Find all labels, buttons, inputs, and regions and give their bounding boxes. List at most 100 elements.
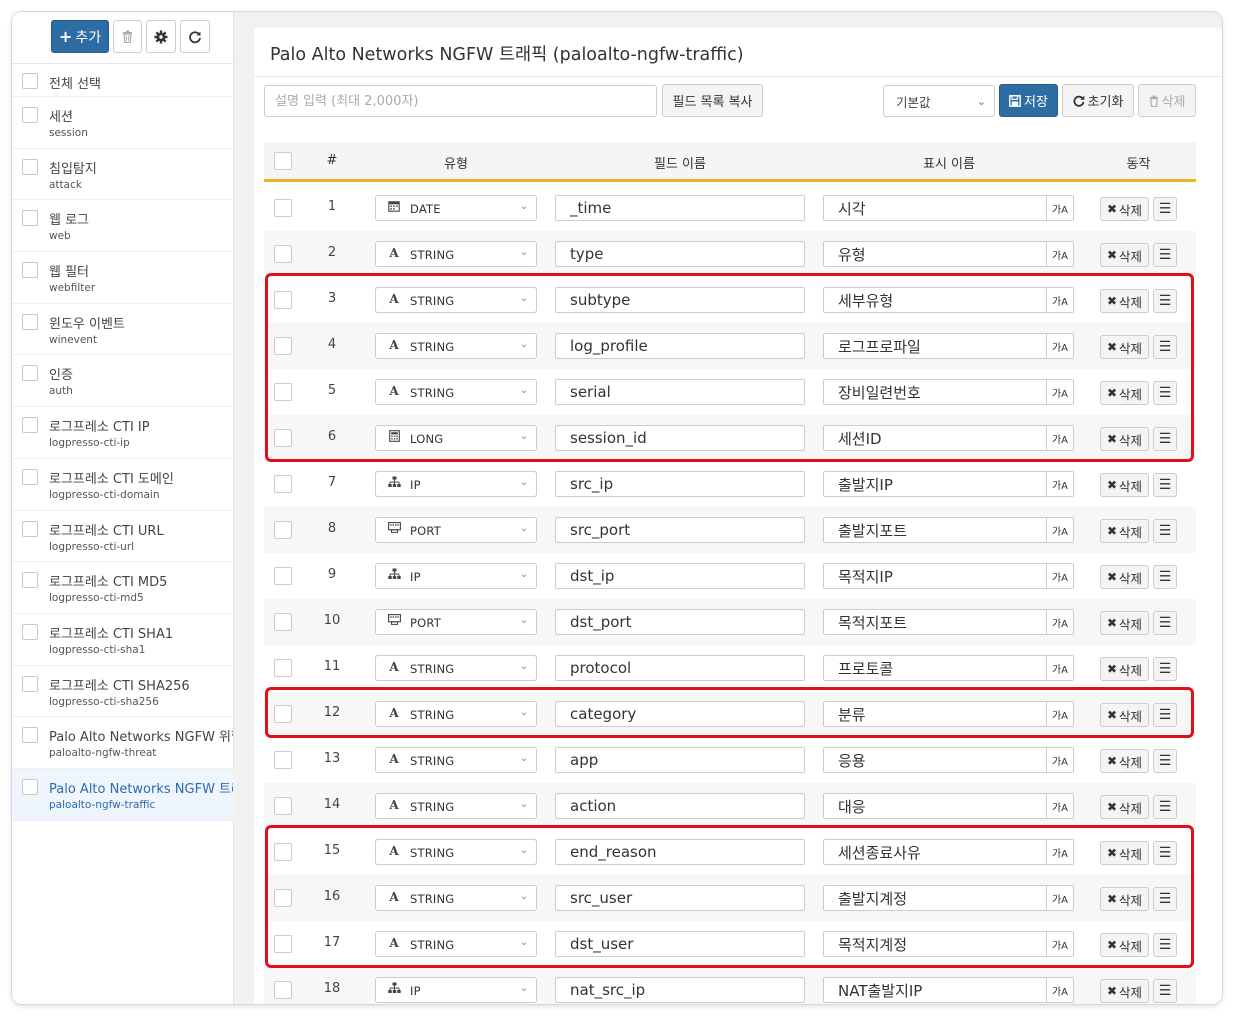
row-delete-button[interactable]: ✖ 삭제 — [1100, 887, 1149, 911]
display-name-input[interactable]: 프로토콜 — [823, 655, 1047, 681]
row-menu-button[interactable]: ☰ — [1153, 611, 1177, 635]
row-menu-button[interactable]: ☰ — [1153, 335, 1177, 359]
type-select[interactable]: LONG ⌄ — [375, 425, 537, 451]
refresh-button[interactable] — [180, 20, 210, 53]
row-checkbox[interactable] — [274, 751, 292, 769]
settings-button[interactable] — [146, 20, 176, 53]
type-select[interactable]: A STRING ⌄ — [375, 885, 537, 911]
sidebar-item[interactable]: 로그프레소 CTI URL logpresso-cti-url — [12, 511, 234, 563]
display-name-input[interactable]: 출발지포트 — [823, 517, 1047, 543]
sidebar-item-checkbox[interactable] — [22, 107, 38, 123]
type-select[interactable]: IP ⌄ — [375, 977, 537, 1003]
row-delete-button[interactable]: ✖ 삭제 — [1100, 611, 1149, 635]
row-delete-button[interactable]: ✖ 삭제 — [1100, 749, 1149, 773]
field-name-input[interactable]: protocol — [555, 655, 805, 681]
row-menu-button[interactable]: ☰ — [1153, 473, 1177, 497]
row-menu-button[interactable]: ☰ — [1153, 197, 1177, 221]
field-name-input[interactable]: src_user — [555, 885, 805, 911]
sidebar-item[interactable]: 세션 session — [12, 97, 234, 149]
description-input[interactable] — [264, 85, 657, 117]
translate-icon[interactable]: 가A — [1046, 563, 1074, 589]
save-button[interactable]: 저장 — [999, 84, 1058, 117]
row-checkbox[interactable] — [274, 245, 292, 263]
row-menu-button[interactable]: ☰ — [1153, 427, 1177, 451]
field-name-input[interactable]: action — [555, 793, 805, 819]
field-name-input[interactable]: session_id — [555, 425, 805, 451]
row-delete-button[interactable]: ✖ 삭제 — [1100, 197, 1149, 221]
row-checkbox[interactable] — [274, 889, 292, 907]
field-name-input[interactable]: serial — [555, 379, 805, 405]
translate-icon[interactable]: 가A — [1046, 793, 1074, 819]
copy-field-list-button[interactable]: 필드 목록 복사 — [662, 84, 763, 117]
type-select[interactable]: A STRING ⌄ — [375, 287, 537, 313]
sidebar-item[interactable]: Palo Alto Networks NGFW 트래픽paloalto-ngfw… — [12, 768, 234, 821]
sidebar-item[interactable]: 윈도우 이벤트 winevent — [12, 304, 234, 356]
row-menu-button[interactable]: ☰ — [1153, 289, 1177, 313]
translate-icon[interactable]: 가A — [1046, 609, 1074, 635]
row-menu-button[interactable]: ☰ — [1153, 703, 1177, 727]
row-checkbox[interactable] — [274, 797, 292, 815]
display-name-input[interactable]: 장비일련번호 — [823, 379, 1047, 405]
translate-icon[interactable]: 가A — [1046, 839, 1074, 865]
field-name-input[interactable]: category — [555, 701, 805, 727]
row-menu-button[interactable]: ☰ — [1153, 795, 1177, 819]
sidebar-item[interactable]: 로그프레소 CTI MD5 logpresso-cti-md5 — [12, 562, 234, 614]
translate-icon[interactable]: 가A — [1046, 471, 1074, 497]
row-delete-button[interactable]: ✖ 삭제 — [1100, 657, 1149, 681]
sidebar-item[interactable]: 웹 필터 webfilter — [12, 252, 234, 304]
display-name-input[interactable]: 세부유형 — [823, 287, 1047, 313]
translate-icon[interactable]: 가A — [1046, 747, 1074, 773]
translate-icon[interactable]: 가A — [1046, 287, 1074, 313]
row-delete-button[interactable]: ✖ 삭제 — [1100, 289, 1149, 313]
sidebar-item-checkbox[interactable] — [22, 365, 38, 382]
sidebar-item[interactable]: 침입탐지 attack — [12, 149, 234, 201]
field-name-input[interactable]: dst_port — [555, 609, 805, 635]
field-name-input[interactable]: end_reason — [555, 839, 805, 865]
row-checkbox[interactable] — [274, 567, 292, 585]
row-menu-button[interactable]: ☰ — [1153, 519, 1177, 543]
field-name-input[interactable]: log_profile — [555, 333, 805, 359]
reset-button[interactable]: 초기화 — [1062, 84, 1134, 117]
row-delete-button[interactable]: ✖ 삭제 — [1100, 335, 1149, 359]
row-delete-button[interactable]: ✖ 삭제 — [1100, 243, 1149, 267]
row-menu-button[interactable]: ☰ — [1153, 933, 1177, 957]
delete-button[interactable]: 삭제 — [1138, 84, 1196, 117]
row-checkbox[interactable] — [274, 659, 292, 677]
type-select[interactable]: A STRING ⌄ — [375, 701, 537, 727]
sidebar-item[interactable]: 웹 로그 web — [12, 200, 234, 253]
type-select[interactable]: A STRING ⌄ — [375, 931, 537, 957]
translate-icon[interactable]: 가A — [1046, 425, 1074, 451]
row-menu-button[interactable]: ☰ — [1153, 979, 1177, 1003]
sidebar-item-checkbox[interactable] — [22, 417, 38, 434]
display-name-input[interactable]: 응용 — [823, 747, 1047, 773]
display-name-input[interactable]: 목적지포트 — [823, 609, 1047, 635]
row-delete-button[interactable]: ✖ 삭제 — [1100, 427, 1149, 451]
add-button[interactable]: + 추가 — [51, 20, 109, 53]
sidebar-select-all[interactable]: 전체 선택 — [12, 64, 234, 97]
type-select[interactable]: DATE ⌄ — [375, 195, 537, 221]
field-name-input[interactable]: dst_user — [555, 931, 805, 957]
display-name-input[interactable]: 로그프로파일 — [823, 333, 1047, 359]
row-delete-button[interactable]: ✖ 삭제 — [1100, 473, 1149, 497]
row-menu-button[interactable]: ☰ — [1153, 565, 1177, 589]
row-menu-button[interactable]: ☰ — [1153, 243, 1177, 267]
display-name-input[interactable]: 분류 — [823, 701, 1047, 727]
row-checkbox[interactable] — [274, 429, 292, 447]
sidebar-item-checkbox[interactable] — [22, 778, 38, 795]
type-select[interactable]: A STRING ⌄ — [375, 747, 537, 773]
sidebar-item-checkbox[interactable] — [22, 468, 38, 485]
field-name-input[interactable]: src_port — [555, 517, 805, 543]
display-name-input[interactable]: 출발지IP — [823, 471, 1047, 497]
display-name-input[interactable]: 세션ID — [823, 425, 1047, 451]
field-name-input[interactable]: _time — [555, 195, 805, 221]
sidebar-item[interactable]: Palo Alto Networks NGFW 위협 paloalto-ngfw-… — [12, 717, 234, 769]
field-name-input[interactable]: app — [555, 747, 805, 773]
row-delete-button[interactable]: ✖ 삭제 — [1100, 381, 1149, 405]
type-select[interactable]: A STRING ⌄ — [375, 793, 537, 819]
default-select[interactable]: 기본값 ⌄ — [883, 85, 995, 117]
field-name-input[interactable]: dst_ip — [555, 563, 805, 589]
translate-icon[interactable]: 가A — [1046, 655, 1074, 681]
type-select[interactable]: A STRING ⌄ — [375, 241, 537, 267]
sidebar-item-checkbox[interactable] — [22, 262, 38, 279]
header-checkbox[interactable] — [274, 152, 292, 170]
